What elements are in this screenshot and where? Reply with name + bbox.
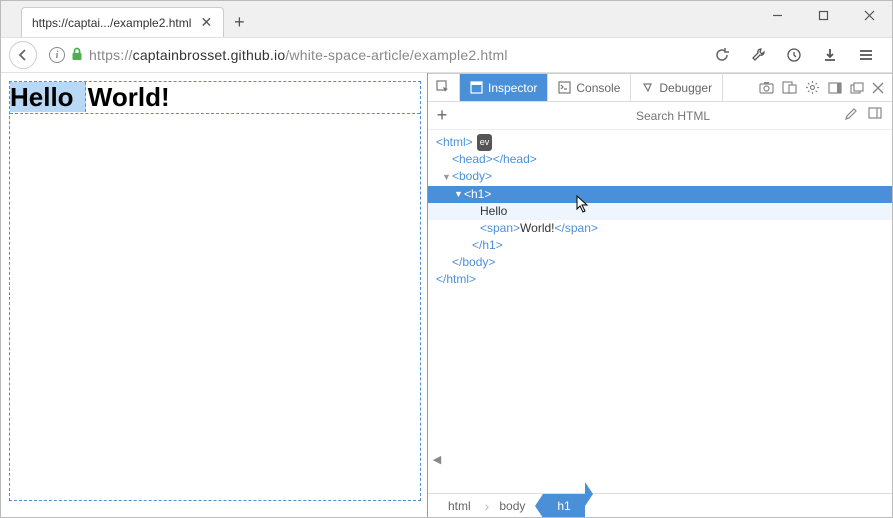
info-icon[interactable]: i <box>49 47 65 63</box>
h1-text-node: Hello <box>10 82 86 112</box>
browser-tab[interactable]: https://captai.../example2.html ✕ <box>21 7 224 37</box>
history-icon[interactable] <box>784 45 804 65</box>
screenshot-icon[interactable] <box>759 81 774 94</box>
close-button[interactable] <box>846 1 892 29</box>
crumb-html[interactable]: html <box>440 494 483 517</box>
tree-node-html[interactable]: <html>ev <box>428 134 892 151</box>
tree-node-html-close[interactable]: </html> <box>428 271 892 288</box>
minimize-button[interactable] <box>754 1 800 29</box>
search-input[interactable] <box>456 109 834 123</box>
url-text: https://captainbrosset.github.io/white-s… <box>89 47 508 63</box>
tree-node-h1[interactable]: <h1> <box>428 186 892 203</box>
tab-debugger[interactable]: Debugger <box>631 74 723 101</box>
responsive-icon[interactable] <box>782 81 797 94</box>
sidebar-toggle-icon[interactable] <box>868 107 882 124</box>
event-badge[interactable]: ev <box>477 134 493 151</box>
dock-side-icon[interactable] <box>828 82 842 94</box>
back-button[interactable] <box>9 41 37 69</box>
new-tab-button[interactable]: + <box>224 7 254 37</box>
twisty-icon[interactable] <box>454 186 464 203</box>
tab-title: https://captai.../example2.html <box>32 16 191 30</box>
navigation-bar: i https://captainbrosset.github.io/white… <box>1 37 892 73</box>
tree-node-text[interactable]: Hello <box>428 203 892 220</box>
page-viewport: Hello World! <box>1 73 428 517</box>
devtools-panel: Inspector Console Debugger + <html>ev <h… <box>428 73 892 517</box>
lock-icon <box>71 47 83 64</box>
h1-highlight: Hello World! <box>10 82 420 114</box>
dom-tree[interactable]: <html>ev <head></head> <body> <h1> Hello… <box>428 130 892 493</box>
devtools-tabs: Inspector Console Debugger <box>428 74 892 102</box>
settings-icon[interactable] <box>805 80 820 95</box>
crumb-body[interactable]: body <box>491 494 537 517</box>
wrench-icon[interactable] <box>748 45 768 65</box>
maximize-button[interactable] <box>800 1 846 29</box>
tab-inspector[interactable]: Inspector <box>460 74 548 101</box>
crumb-h1[interactable]: h1 <box>543 494 584 517</box>
scroll-left-icon[interactable]: ◀ <box>428 451 446 469</box>
tree-node-span[interactable]: <span>World!</span> <box>428 220 892 237</box>
body-highlight: Hello World! <box>9 81 421 501</box>
edit-html-icon[interactable] <box>844 107 858 124</box>
url-bar[interactable]: i https://captainbrosset.github.io/white… <box>43 47 706 64</box>
add-node-button[interactable]: + <box>428 105 456 126</box>
reload-button[interactable] <box>712 45 732 65</box>
close-devtools-icon[interactable] <box>872 82 884 94</box>
twisty-icon[interactable] <box>442 169 452 186</box>
tree-node-head[interactable]: <head></head> <box>428 151 892 168</box>
tree-node-body[interactable]: <body> <box>428 168 892 185</box>
devtools-search-bar: + <box>428 102 892 130</box>
element-picker-icon[interactable] <box>428 74 460 101</box>
cursor-icon <box>576 195 590 213</box>
menu-icon[interactable] <box>856 45 876 65</box>
tab-console[interactable]: Console <box>548 74 631 101</box>
breadcrumb: html › body h1 <box>428 493 892 517</box>
download-icon[interactable] <box>820 45 840 65</box>
h1-span-text: World! <box>86 82 170 112</box>
popout-icon[interactable] <box>850 82 864 94</box>
tree-node-h1-close[interactable]: </h1> <box>428 237 892 254</box>
close-icon[interactable]: ✕ <box>199 16 213 30</box>
tree-node-body-close[interactable]: </body> <box>428 254 892 271</box>
